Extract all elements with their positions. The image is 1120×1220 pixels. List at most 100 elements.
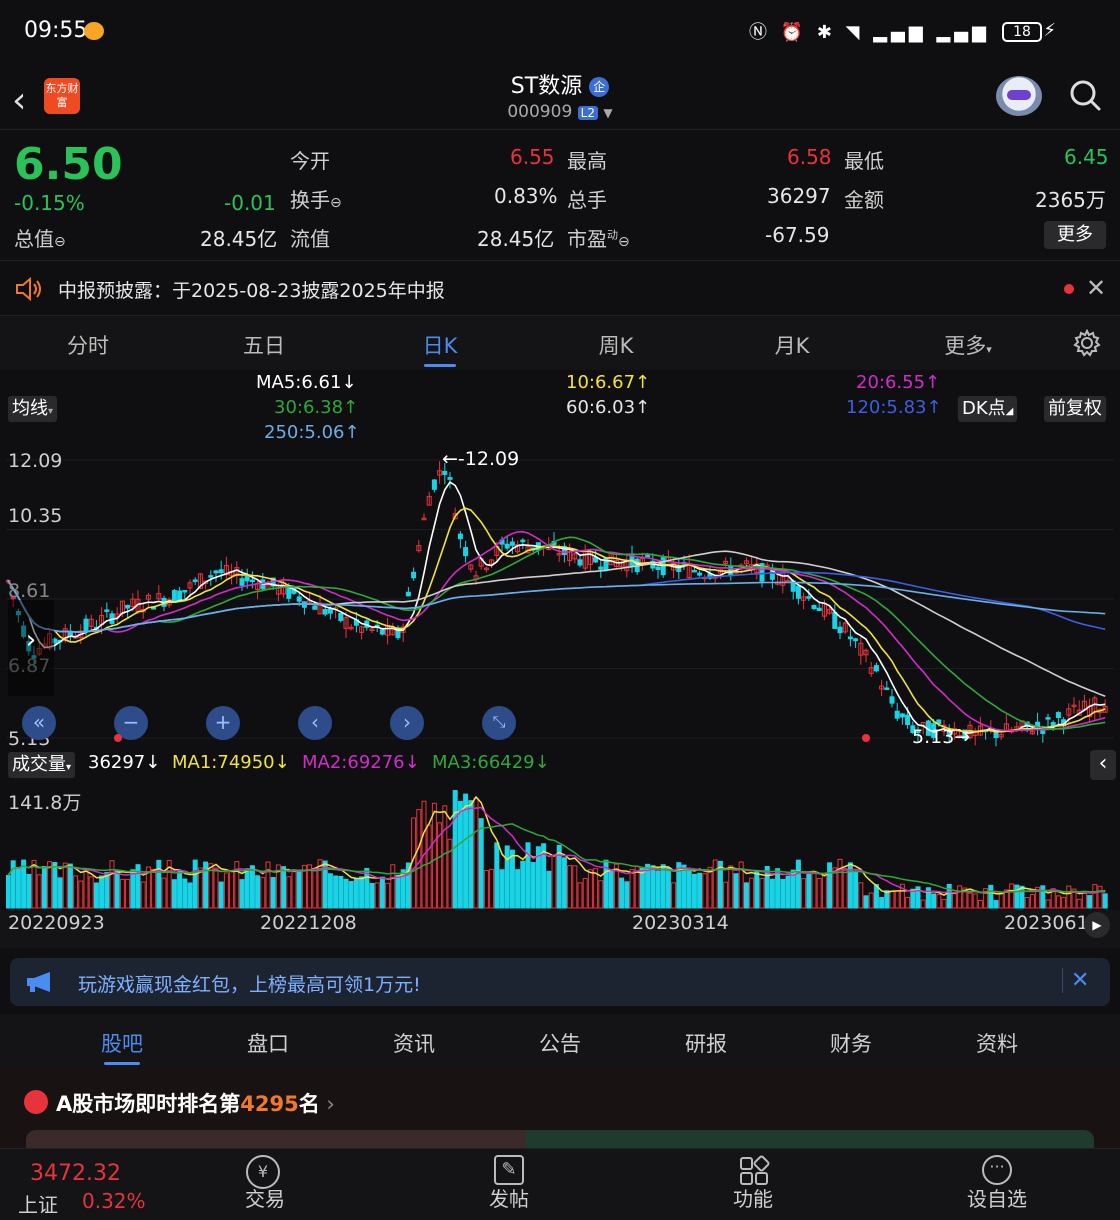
clock: 09:55 [24, 18, 88, 43]
volume-value: 36297↓ [88, 752, 161, 773]
rewind-icon[interactable]: « [22, 706, 56, 740]
search-icon[interactable] [1068, 78, 1102, 112]
volume-bar [780, 879, 786, 909]
float-cap-label: 流值 [290, 227, 330, 251]
volume-bar [801, 878, 807, 909]
volume-bar [463, 793, 469, 909]
tab-five-day[interactable]: 五日 [214, 330, 314, 360]
volume-bar [858, 882, 864, 909]
candle-body [905, 714, 911, 726]
enterprise-badge: 企 [589, 77, 610, 97]
volume-bar [353, 878, 359, 909]
amount-value: 2365万 [1035, 188, 1106, 212]
volume-chart[interactable] [6, 780, 1114, 910]
tab-daily-k[interactable]: 日K [390, 330, 490, 360]
tab-monthly-k[interactable]: 月K [742, 330, 842, 360]
volume-bar [572, 865, 578, 909]
close-icon[interactable]: ✕ [1062, 968, 1089, 993]
tab-weekly-k[interactable]: 周K [566, 330, 666, 360]
volume-bar [457, 800, 463, 909]
chevron-down-icon: ▼ [603, 106, 613, 120]
candle-body [327, 608, 333, 614]
scroll-left-icon[interactable]: ‹ [298, 706, 332, 740]
candle-body [832, 611, 838, 629]
candle-body [442, 470, 448, 475]
scroll-to-latest-icon[interactable]: ▶ [1084, 912, 1110, 938]
pe-label[interactable]: 市盈动⊖ [567, 223, 630, 252]
candle-body [873, 665, 879, 672]
stock-header: ‹ 东方财富 ST数源 企 000909 L2 ▼ [0, 64, 1120, 130]
fullscreen-icon[interactable]: ⤡ [482, 706, 516, 740]
price-axis-label-top: 12.09 [8, 450, 63, 472]
volume-bar [161, 877, 167, 909]
notice-bar[interactable]: 中报预披露：于2025-08-23披露2025年中报 ✕ [0, 262, 1120, 316]
volume-bar [494, 842, 500, 909]
candle-body [520, 539, 526, 543]
quote-panel: 6.50 -0.15% -0.01 总值⊖ 28.45亿 今开 6.55 换手⊖… [0, 131, 1120, 261]
nav-post[interactable]: 发帖 [459, 1183, 559, 1212]
more-quote-button[interactable]: 更多 [1044, 221, 1106, 249]
nav-add-watchlist[interactable]: 设自选 [947, 1183, 1047, 1212]
ma20-line [7, 530, 1106, 732]
volume-bar [1092, 884, 1098, 909]
date-label-1: 20220923 [8, 912, 105, 934]
tab-finance[interactable]: 财务 [801, 1028, 901, 1058]
tab-profile[interactable]: 资料 [947, 1028, 1047, 1058]
volume-bar [6, 875, 11, 909]
indicator-type-select[interactable]: 均线▾ [8, 396, 58, 422]
volume-bar [119, 878, 125, 909]
tab-intraday[interactable]: 分时 [38, 330, 138, 360]
nav-trade[interactable]: 交易 [215, 1183, 315, 1212]
turnover-label[interactable]: 换手⊖ [290, 184, 342, 213]
total-cap-label[interactable]: 总值⊖ [14, 223, 66, 252]
stock-code-row[interactable]: 000909 L2 ▼ [0, 102, 1120, 122]
volume-bar [1024, 897, 1030, 909]
robot-assistant-icon[interactable] [996, 76, 1042, 116]
event-dot [862, 734, 870, 742]
tab-pankou[interactable]: 盘口 [218, 1028, 318, 1058]
volume-label: 总手 [567, 188, 607, 212]
volume-bar [639, 867, 645, 909]
index-value[interactable]: 3472.32 [30, 1161, 121, 1186]
level2-badge: L2 [577, 106, 598, 120]
tab-more[interactable]: 更多▾ [918, 330, 1018, 360]
expand-left-handle[interactable]: › [8, 600, 54, 696]
tab-research[interactable]: 研报 [656, 1028, 756, 1058]
volume-bar [57, 877, 63, 909]
tab-news[interactable]: 资讯 [364, 1028, 464, 1058]
zoom-in-icon[interactable]: + [206, 706, 240, 740]
market-rank-card[interactable]: A股市场即时排名第4295名 › [0, 1068, 1120, 1150]
volume-bar [499, 869, 505, 909]
close-icon[interactable]: ✕ [1086, 274, 1106, 302]
volume-bar [73, 875, 79, 909]
volume-bar [338, 875, 344, 909]
volume-bar [312, 867, 318, 909]
candle-body [208, 575, 214, 578]
tab-announcements[interactable]: 公告 [510, 1028, 610, 1058]
candle-body [889, 696, 895, 704]
collapse-panel-button[interactable]: ‹ [1090, 750, 1116, 780]
more-dots-icon: ··· [982, 1155, 1012, 1185]
volume-bar [379, 876, 385, 909]
adjust-type-button[interactable]: 前复权 [1044, 396, 1106, 422]
volume-bar [837, 858, 843, 909]
scroll-right-icon[interactable]: › [390, 706, 424, 740]
volume-indicator-select[interactable]: 成交量▾ [8, 752, 76, 778]
min-price-marker: 5.13→ [912, 726, 971, 748]
volume-bar [936, 894, 942, 909]
volume-bar [598, 880, 604, 909]
kline-chart[interactable] [6, 446, 1114, 750]
candle-body [192, 579, 198, 583]
candle-body [125, 604, 131, 609]
tab-guba[interactable]: 股吧 [72, 1028, 172, 1058]
settings-gear-icon[interactable] [1072, 328, 1102, 358]
candle-body [598, 566, 604, 570]
dk-point-button[interactable]: DK点◢ [958, 396, 1018, 422]
promo-banner[interactable]: 玩游戏赢现金红包，上榜最高可领1万元! ✕ [10, 958, 1110, 1006]
volume-bar [660, 864, 666, 909]
volume-bar [806, 873, 812, 909]
volume-bar [1097, 885, 1103, 909]
nav-functions[interactable]: 功能 [703, 1183, 803, 1212]
volume-bar [78, 880, 84, 909]
bear-bar [526, 1130, 1094, 1150]
